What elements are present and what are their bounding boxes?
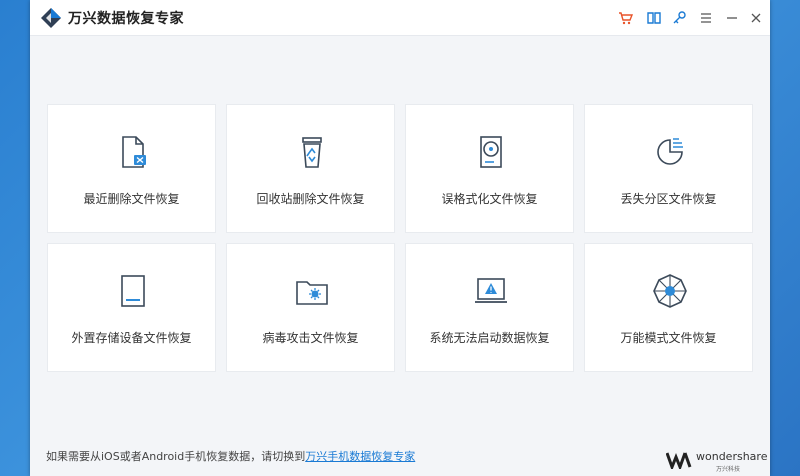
formatted-drive-icon — [472, 133, 510, 171]
phone-recovery-link[interactable]: 万兴手机数据恢复专家 — [305, 450, 415, 463]
brand-name: wondershare — [696, 450, 768, 463]
mode-card-all-round[interactable]: 万能模式文件恢复 — [584, 243, 753, 372]
app-logo-icon — [40, 7, 62, 29]
virus-folder-icon — [293, 272, 331, 310]
wondershare-brand: wondershare 万兴科技 — [665, 448, 768, 473]
mode-card-lost-partition[interactable]: 丢失分区文件恢复 — [584, 104, 753, 233]
mode-label: 最近删除文件恢复 — [83, 192, 180, 206]
footer-note: 如果需要从iOS或者Android手机恢复数据，请切换到万兴手机数据恢复专家 — [46, 448, 415, 464]
brand-subtitle: 万兴科技 — [716, 466, 741, 473]
mode-card-virus-attack[interactable]: 病毒攻击文件恢复 — [226, 243, 395, 372]
mode-card-external-device[interactable]: 外置存储设备文件恢复 — [47, 243, 216, 372]
mode-label: 丢失分区文件恢复 — [620, 192, 717, 206]
guide-book-icon[interactable] — [646, 10, 662, 26]
mode-card-recycle-bin[interactable]: 回收站删除文件恢复 — [226, 104, 395, 233]
mode-label: 病毒攻击文件恢复 — [262, 331, 359, 345]
recycle-bin-icon — [293, 133, 331, 171]
title-bar: 万兴数据恢复专家 — [30, 0, 770, 36]
app-window: 万兴数据恢复专家 最近删除文件恢复 回收站删除文件恢复 误格式化文件恢复 丢失分… — [30, 0, 770, 476]
close-icon[interactable] — [748, 10, 764, 26]
footer-note-text: 如果需要从iOS或者Android手机恢复数据，请切换到 — [46, 450, 306, 463]
crashed-system-icon — [472, 272, 510, 310]
lost-partition-icon — [651, 133, 689, 171]
mode-card-recent-deleted[interactable]: 最近删除文件恢复 — [47, 104, 216, 233]
mode-card-formatted[interactable]: 误格式化文件恢复 — [405, 104, 574, 233]
app-title: 万兴数据恢复专家 — [68, 11, 184, 27]
wondershare-logo-icon — [665, 451, 692, 472]
key-icon[interactable] — [672, 10, 688, 26]
recent-deleted-file-icon — [114, 133, 152, 171]
mode-label: 外置存储设备文件恢复 — [71, 331, 192, 345]
mode-label: 系统无法启动数据恢复 — [429, 331, 550, 345]
external-device-icon — [114, 272, 152, 310]
mode-label: 回收站删除文件恢复 — [256, 192, 365, 206]
mode-label: 误格式化文件恢复 — [441, 192, 538, 206]
mode-card-crashed-system[interactable]: 系统无法启动数据恢复 — [405, 243, 574, 372]
all-round-icon — [651, 272, 689, 310]
mode-label: 万能模式文件恢复 — [620, 331, 717, 345]
minimize-icon[interactable] — [724, 10, 740, 26]
menu-icon[interactable] — [698, 10, 714, 26]
cart-icon[interactable] — [618, 10, 634, 26]
